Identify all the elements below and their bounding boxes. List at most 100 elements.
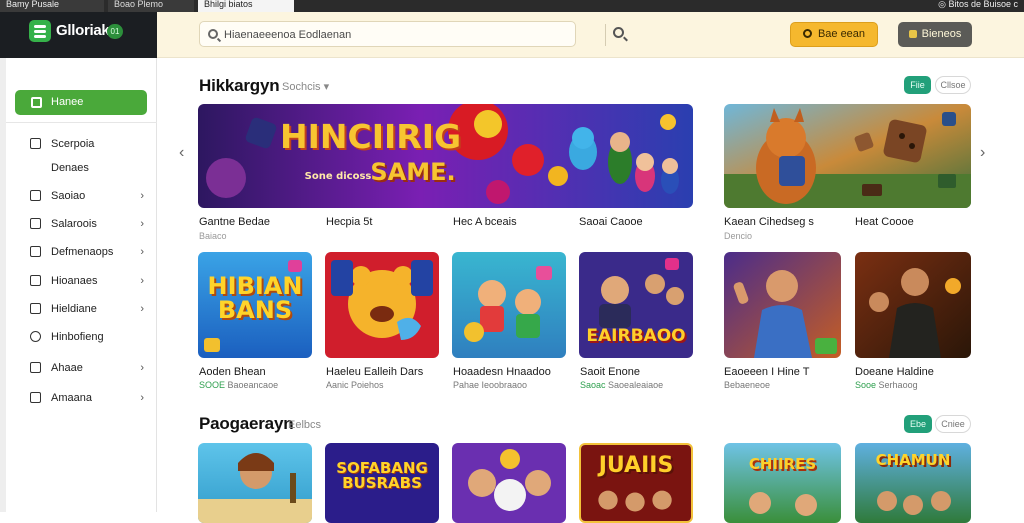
tile-art — [452, 252, 566, 358]
sidebar-item-label: Scerpoia — [51, 138, 95, 150]
sidebar-item-label: Denaes — [51, 162, 89, 174]
close-pill-1[interactable]: Cllsoe — [935, 76, 971, 94]
banner-1-label-3: Hec A bceais — [453, 216, 517, 228]
tile-6-title[interactable]: Doeane Haldine — [855, 366, 934, 378]
game-tile-3[interactable] — [452, 252, 566, 358]
game-tile-10[interactable]: JUAIIS — [579, 443, 693, 523]
folder-icon — [30, 190, 41, 201]
banner-1-headline-2: SAME. — [370, 158, 456, 186]
browser-tab-2[interactable]: Boao Plemo — [108, 0, 194, 12]
banner-2-subtitle: Dencio — [724, 231, 753, 241]
tile-1-title[interactable]: Aoden Bhean — [199, 366, 266, 378]
game-tile-12[interactable]: CHAMUN — [855, 443, 971, 523]
sidebar-item-label: Hioanaes — [51, 275, 98, 287]
game-tile-11[interactable]: CHIIRES — [724, 443, 841, 523]
tile-4-title[interactable]: Saoit Enone — [580, 366, 640, 378]
banner-1-label-4: Saoai Caooe — [579, 216, 643, 228]
chevron-right-icon: › — [140, 392, 144, 404]
game-tile-1[interactable]: HIBIAN BANS — [198, 252, 312, 358]
sidebar-item-10[interactable]: Amaana › — [28, 389, 150, 407]
game-tile-9[interactable] — [452, 443, 566, 523]
primary-header-button[interactable]: Bae eean — [790, 22, 878, 47]
section-title-2: Paogaerayn — [199, 414, 294, 433]
tile-1-meta-highlight: SOOE — [199, 380, 226, 390]
header-divider — [605, 24, 606, 46]
browser-tab-1[interactable]: Bamy Pusale — [0, 0, 104, 12]
logo-text: Glloriak — [56, 22, 110, 39]
database-icon — [30, 362, 41, 373]
game-tile-8[interactable]: SOFABANG BUSRABS — [325, 443, 439, 523]
sidebar-home-button[interactable]: Hanee — [15, 90, 147, 115]
game-tile-7[interactable] — [198, 443, 312, 523]
sidebar-item-3[interactable]: Saoiao › — [28, 187, 150, 205]
banner-2-label-2: Heat Coooe — [855, 216, 914, 228]
game-tile-4[interactable]: EAIRBAOO — [579, 252, 693, 358]
tile-5-badge — [815, 338, 837, 354]
chevron-left-icon[interactable]: ‹ — [179, 144, 184, 162]
banner-1-title[interactable]: Gantne Bedae — [199, 216, 270, 228]
tile-1-meta-text: Baoeancaoe — [227, 380, 279, 390]
sidebar-item-7[interactable]: Hieldiane › — [28, 300, 150, 318]
tile-4-meta: Saoac Saoealeaiaoe — [580, 380, 663, 390]
search-box[interactable] — [199, 21, 576, 47]
banner-1-label-2: Hecpia 5t — [326, 216, 373, 228]
tile-art — [855, 252, 971, 358]
search-button[interactable] — [609, 24, 631, 46]
close-pill-2[interactable]: Cniee — [935, 415, 971, 433]
tile-5-title[interactable]: Eaoeeen I Hine T — [724, 366, 809, 378]
chevron-right-icon[interactable]: › — [980, 144, 985, 162]
tile-1-meta: SOOE Baoeancaoe — [199, 380, 278, 390]
tile-2-title[interactable]: Haeleu Ealleih Dars — [326, 366, 423, 378]
secondary-header-button-label: Bieneos — [921, 28, 962, 40]
tile-art — [198, 443, 312, 523]
sidebar-item-5[interactable]: Defmenaops › — [28, 243, 150, 261]
logo-badge: 01 — [107, 24, 123, 39]
chevron-right-icon: › — [140, 303, 144, 315]
tile-4-logo: EAIRBAOO — [586, 326, 686, 346]
game-tile-6[interactable] — [855, 252, 971, 358]
secondary-header-button[interactable]: Bieneos — [898, 22, 972, 47]
tile-5-meta: Bebaeneoe — [724, 380, 771, 390]
tile-2-meta: Aanic Poiehos — [326, 380, 384, 390]
sidebar-item-2[interactable]: Denaes — [28, 159, 150, 177]
sidebar-item-9[interactable]: Ahaae › — [28, 359, 150, 377]
banner-2-title[interactable]: Kaean Cihedseg s — [724, 216, 814, 228]
browser-tab-3[interactable]: Bhilgi biatos — [198, 0, 294, 12]
search-icon — [208, 29, 218, 39]
tile-art — [325, 252, 439, 358]
chevron-right-icon: › — [140, 275, 144, 287]
browser-status-text: ◎ Bitos de Buisoe c — [938, 0, 1018, 9]
chevron-right-icon: › — [140, 362, 144, 374]
document-icon — [30, 138, 41, 149]
tile-3-title[interactable]: Hoaadesn Hnaadoo — [453, 366, 551, 378]
filter-pill-2[interactable]: Ebe — [904, 415, 932, 433]
game-tile-2[interactable] — [325, 252, 439, 358]
section-title-1: Hikkargyn — [199, 76, 280, 95]
tile-6-meta-highlight: Sooe — [855, 380, 877, 390]
banner-1-tagline: Sone dicoss — [304, 171, 372, 182]
featured-banner-2[interactable] — [724, 104, 971, 208]
search-input[interactable] — [224, 27, 564, 43]
sidebar-item-6[interactable]: Hioanaes › — [28, 272, 150, 290]
tile-12-logo: CHAMUN — [875, 451, 951, 469]
page-icon — [30, 392, 41, 403]
lock-icon — [30, 218, 41, 229]
logo-bar[interactable]: Glloriak 01 — [0, 12, 157, 58]
featured-banner-1[interactable]: HINCIIRIG SAME. Sone dicoss — [198, 104, 693, 208]
tile-8-logo: SOFABANG BUSRABS — [336, 459, 428, 492]
tile-6-meta-text: Serhaoog — [878, 380, 918, 390]
sidebar-item-label: Amaana — [51, 392, 92, 404]
section-sort-dropdown-1[interactable]: Sochcis ▾ — [282, 80, 329, 93]
tile-6-meta: Sooe Serhaoog — [855, 380, 918, 390]
sidebar-item-8[interactable]: Hinbofieng — [28, 328, 150, 346]
sidebar-item-1[interactable]: Scerpoia — [28, 135, 150, 153]
sidebar-item-label: Hieldiane — [51, 303, 97, 315]
chevron-right-icon: › — [140, 218, 144, 230]
sidebar-item-4[interactable]: Salaroois › — [28, 215, 150, 233]
section-sort-dropdown-2[interactable]: Eelbcs — [288, 419, 321, 431]
tile-4-meta-text: Saoealeaiaoe — [608, 380, 664, 390]
game-tile-5[interactable] — [724, 252, 841, 358]
filter-pill-1[interactable]: Fiie — [904, 76, 931, 94]
sidebar-item-label: Defmenaops — [51, 246, 114, 258]
sidebar-item-label: Hinbofieng — [51, 331, 104, 343]
